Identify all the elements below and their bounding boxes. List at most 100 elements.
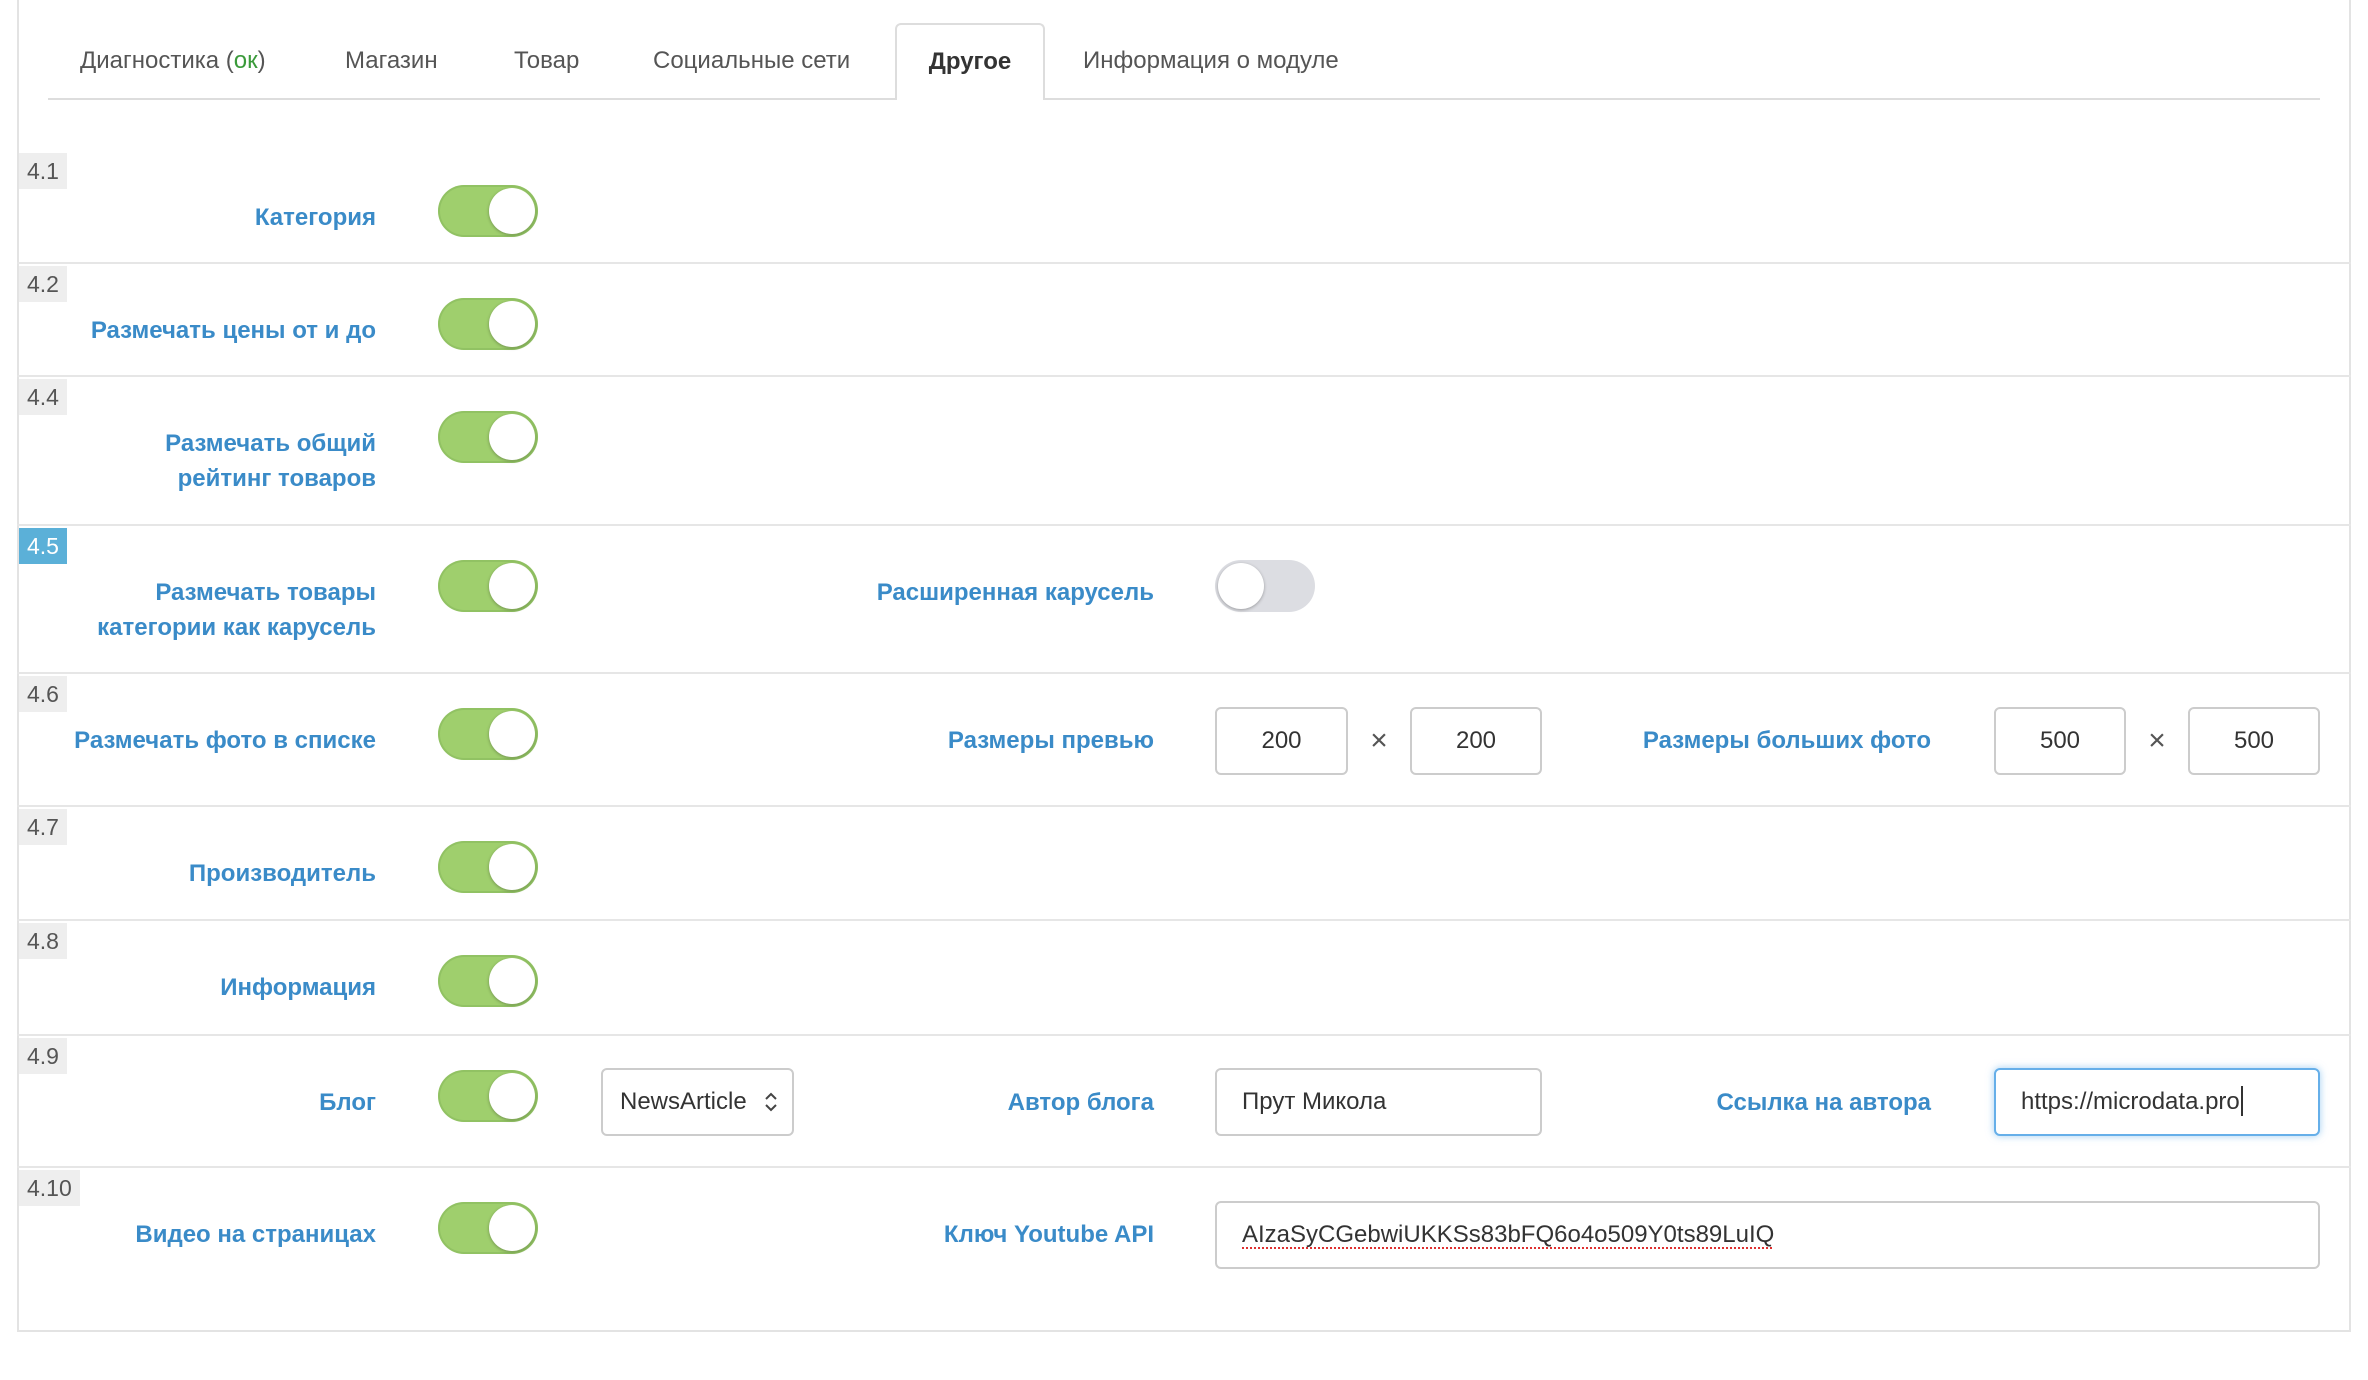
- rating-toggle[interactable]: [438, 411, 538, 463]
- extended-carousel-toggle[interactable]: [1215, 560, 1315, 612]
- setting-label-line: Автор блога: [1007, 1089, 1154, 1116]
- author-link-input[interactable]: https://microdata.pro: [1994, 1068, 2320, 1136]
- setting-label-line: Размечать общий: [165, 430, 376, 457]
- row-number-badge: 4.4: [19, 379, 67, 415]
- setting-label: Информация: [20, 970, 376, 1005]
- times-separator: ×: [1370, 724, 1388, 757]
- row-number-badge: 4.2: [19, 266, 67, 302]
- text-caret: [2240, 1085, 2243, 1116]
- tab-label: Диагностика (: [80, 47, 234, 74]
- manufacturer-toggle[interactable]: [438, 841, 538, 893]
- setting-label-line: Блог: [319, 1089, 376, 1116]
- setting-label: Размечать общий рейтинг товаров: [20, 426, 376, 496]
- setting-label: Блог: [20, 1085, 376, 1120]
- tab-label: Социальные сети: [653, 47, 851, 74]
- setting-label-line: Ключ Youtube API: [943, 1221, 1154, 1248]
- setting-label-line: Информация: [220, 974, 376, 1001]
- setting-row-category: 4.1 Категория: [17, 151, 2351, 264]
- blog-author-input[interactable]: Прут Микола: [1215, 1068, 1542, 1136]
- toggle-knob: [489, 958, 535, 1004]
- toggle-knob: [489, 711, 535, 757]
- row-number-badge: 4.9: [19, 1038, 67, 1074]
- large-photo-height-input[interactable]: 500: [2188, 707, 2320, 775]
- chevron-up-down-icon: [765, 1092, 777, 1112]
- large-photo-size-label: Размеры больших фото: [1560, 723, 1931, 758]
- row-number-badge: 4.1: [19, 153, 67, 189]
- setting-label-line: Расширенная карусель: [876, 579, 1154, 606]
- extended-carousel-label: Расширенная карусель: [797, 575, 1154, 610]
- setting-row-carousel: 4.5 Размечать товары категории как карус…: [17, 526, 2351, 674]
- setting-label: Категория: [20, 200, 376, 235]
- tab-label: Другое: [928, 48, 1012, 75]
- setting-label-line: категории как карусель: [97, 614, 376, 641]
- toggle-knob: [489, 844, 535, 890]
- preview-width-input[interactable]: 200: [1215, 707, 1348, 775]
- setting-label-line: рейтинг товаров: [177, 465, 376, 492]
- setting-label-line: Размечать фото в списке: [74, 727, 376, 754]
- youtube-api-key-label: Ключ Youtube API: [797, 1217, 1154, 1252]
- setting-label-line: Размеры превью: [947, 727, 1154, 754]
- setting-label-line: Производитель: [188, 860, 376, 887]
- blog-author-label: Автор блога: [797, 1085, 1154, 1120]
- select-value: NewsArticle: [620, 1088, 747, 1115]
- setting-row-rating: 4.4 Размечать общий рейтинг товаров: [17, 377, 2351, 526]
- row-number-badge: 4.7: [19, 809, 67, 845]
- price-range-toggle[interactable]: [438, 298, 538, 350]
- setting-label-line: Размечать товары: [155, 579, 376, 606]
- blog-toggle[interactable]: [438, 1070, 538, 1122]
- tab-label: Магазин: [345, 47, 438, 74]
- video-toggle[interactable]: [438, 1202, 538, 1254]
- setting-label: Видео на страницах: [20, 1217, 376, 1252]
- youtube-api-key-input[interactable]: AIzaSyCGebwiUKKSs83bFQ6o4o509Y0ts89LuIQ: [1215, 1201, 2320, 1269]
- tab-other[interactable]: Другое: [895, 23, 1045, 100]
- tab-diagnostics[interactable]: Диагностика (ок): [80, 23, 266, 98]
- setting-label: Производитель: [20, 856, 376, 891]
- times-separator: ×: [2148, 724, 2166, 757]
- setting-row-video: 4.10 Видео на страницах Ключ Youtube API…: [17, 1168, 2351, 1298]
- toggle-knob: [489, 414, 535, 460]
- information-toggle[interactable]: [438, 955, 538, 1007]
- setting-row-photo-list: 4.6 Размечать фото в списке Размеры прев…: [17, 674, 2351, 807]
- status-ok-text: ок: [233, 47, 258, 74]
- toggle-knob: [489, 1073, 535, 1119]
- input-value: AIzaSyCGebwiUKKSs83bFQ6o4o509Y0ts89LuIQ: [1242, 1221, 1775, 1248]
- tab-store[interactable]: Магазин: [345, 23, 438, 98]
- tab-label-suffix: ): [257, 47, 266, 74]
- input-value: https://microdata.pro: [2021, 1088, 2240, 1115]
- category-toggle[interactable]: [438, 185, 538, 237]
- row-number-badge: 4.10: [19, 1170, 80, 1206]
- tab-label: Товар: [514, 47, 580, 74]
- toggle-knob: [489, 188, 535, 234]
- preview-height-input[interactable]: 200: [1410, 707, 1542, 775]
- tab-social-networks[interactable]: Социальные сети: [653, 23, 850, 98]
- setting-label-line: Размечать цены от и до: [90, 317, 376, 344]
- setting-label: Размечать товары категории как карусель: [20, 575, 376, 645]
- setting-row-information: 4.8 Информация: [17, 921, 2351, 1036]
- photo-list-toggle[interactable]: [438, 708, 538, 760]
- row-number-badge: 4.5: [19, 528, 67, 564]
- row-number-badge: 4.6: [19, 676, 67, 712]
- setting-label: Размечать цены от и до: [20, 313, 376, 348]
- setting-row-blog: 4.9 Блог NewsArticle Автор блога Прут Ми…: [17, 1036, 2351, 1168]
- toggle-knob: [489, 1205, 535, 1251]
- setting-label-line: Видео на страницах: [135, 1221, 376, 1248]
- setting-label: Размечать фото в списке: [20, 723, 376, 758]
- row-number-badge: 4.8: [19, 923, 67, 959]
- author-link-label: Ссылка на автора: [1560, 1085, 1931, 1120]
- carousel-toggle[interactable]: [438, 560, 538, 612]
- large-photo-width-input[interactable]: 500: [1994, 707, 2126, 775]
- tab-bar-divider: [48, 98, 2320, 100]
- setting-label-line: Размеры больших фото: [1642, 727, 1931, 754]
- setting-label-line: Категория: [254, 204, 376, 231]
- tab-product[interactable]: Товар: [514, 23, 579, 98]
- setting-row-price-range: 4.2 Размечать цены от и до: [17, 264, 2351, 377]
- toggle-knob: [1218, 563, 1264, 609]
- tab-label: Информация о модуле: [1083, 47, 1339, 74]
- setting-label-line: Ссылка на автора: [1716, 1089, 1931, 1116]
- setting-row-manufacturer: 4.7 Производитель: [17, 807, 2351, 921]
- tab-module-info[interactable]: Информация о модуле: [1083, 23, 1339, 98]
- blog-article-type-select[interactable]: NewsArticle: [601, 1068, 794, 1136]
- preview-size-label: Размеры превью: [797, 723, 1154, 758]
- toggle-knob: [489, 563, 535, 609]
- toggle-knob: [489, 301, 535, 347]
